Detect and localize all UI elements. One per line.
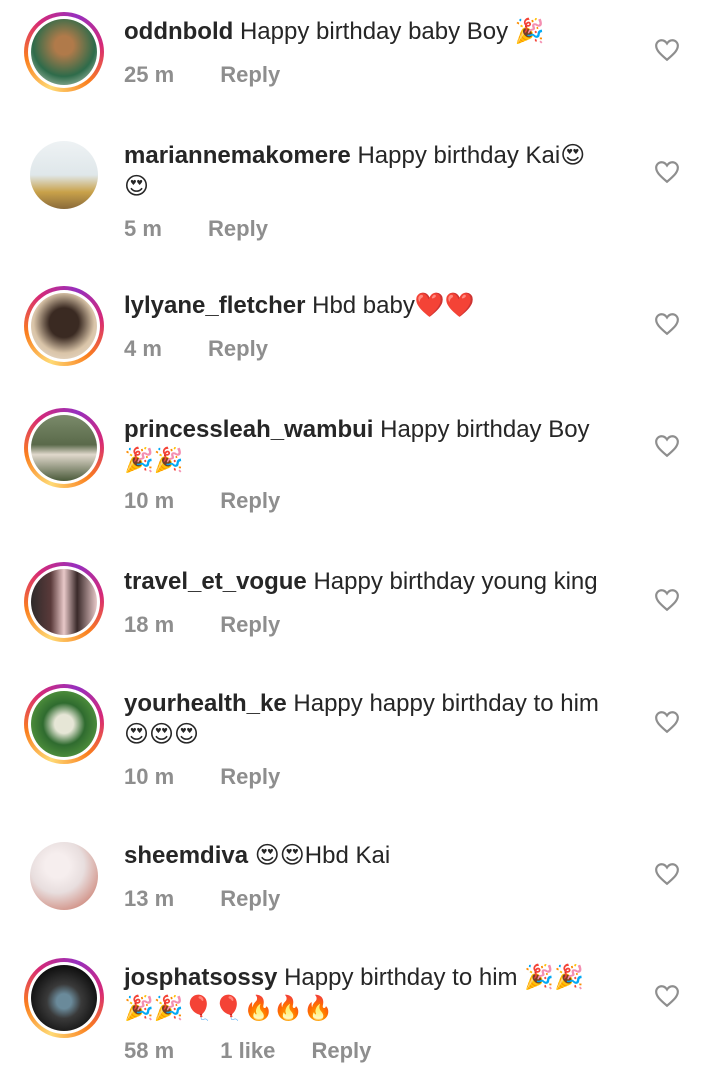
comment-time: 25 m <box>124 62 175 87</box>
comment-emoji: 😍 <box>560 141 586 169</box>
comment-time: 10 m <box>124 764 175 789</box>
comment-text: Hbd Kai <box>304 842 391 869</box>
comment-username[interactable]: oddnbold <box>124 18 233 45</box>
comment-username[interactable]: travel_et_vogue <box>124 568 307 595</box>
comment-time: 5 m <box>124 216 162 241</box>
avatar[interactable] <box>24 286 104 366</box>
comment-username[interactable]: josphatsossy <box>124 964 277 991</box>
heart-icon[interactable] <box>654 160 680 184</box>
comment-text: Happy birthday to him <box>284 964 518 991</box>
comment-text: Happy birthday Kai <box>357 142 561 169</box>
reply-button[interactable]: Reply <box>220 62 280 87</box>
comment-username[interactable]: sheemdiva <box>124 842 248 869</box>
comment-emoji: 🎉 <box>514 17 545 45</box>
comment-emoji: 🎉🎉🎈🎈🔥🔥🔥 <box>124 994 334 1022</box>
reply-button[interactable]: Reply <box>220 886 280 911</box>
avatar[interactable] <box>24 12 104 92</box>
reply-button[interactable]: Reply <box>208 336 268 361</box>
comment-text: Happy birthday Boy <box>380 416 590 443</box>
avatar[interactable] <box>24 958 104 1038</box>
comment-time: 13 m <box>124 886 175 911</box>
comment-emoji: 🎉🎉 <box>124 446 184 474</box>
comment-text: Happy happy birthday to him <box>293 690 599 717</box>
heart-icon[interactable] <box>654 710 680 734</box>
comment-username[interactable]: princessleah_wambui <box>124 416 373 443</box>
heart-icon[interactable] <box>654 984 680 1008</box>
comment-emoji: 😍 <box>124 172 150 200</box>
reply-button[interactable]: Reply <box>220 612 280 637</box>
comment-username[interactable]: mariannemakomere <box>124 142 351 169</box>
avatar[interactable] <box>24 836 104 916</box>
comment-username[interactable]: yourhealth_ke <box>124 690 287 717</box>
heart-icon[interactable] <box>654 312 680 336</box>
comment-emoji: 😍😍 <box>254 841 305 869</box>
avatar[interactable] <box>24 408 104 488</box>
comment-emoji: 🎉🎉 <box>524 963 584 991</box>
avatar[interactable] <box>24 684 104 764</box>
comment-text: Happy birthday young king <box>313 568 598 595</box>
reply-button[interactable]: Reply <box>311 1038 371 1063</box>
avatar[interactable] <box>24 562 104 642</box>
like-count[interactable]: 1 like <box>220 1038 275 1063</box>
heart-icon[interactable] <box>654 862 680 886</box>
comment-time: 4 m <box>124 336 162 361</box>
comment-time: 18 m <box>124 612 175 637</box>
avatar[interactable] <box>24 135 104 215</box>
comment-username[interactable]: lylyane_fletcher <box>124 292 305 319</box>
heart-icon[interactable] <box>654 38 680 62</box>
comment-text: Happy birthday baby Boy <box>239 18 509 45</box>
comment-text: Hbd baby <box>312 292 415 319</box>
comment-time: 10 m <box>124 488 175 513</box>
heart-icon[interactable] <box>654 434 680 458</box>
comment-emoji: 😍😍😍 <box>124 720 200 748</box>
comment-emoji: ❤️❤️ <box>414 291 475 319</box>
heart-icon[interactable] <box>654 588 680 612</box>
comment-time: 58 m <box>124 1038 175 1063</box>
reply-button[interactable]: Reply <box>220 764 280 789</box>
reply-button[interactable]: Reply <box>208 216 268 241</box>
reply-button[interactable]: Reply <box>220 488 280 513</box>
